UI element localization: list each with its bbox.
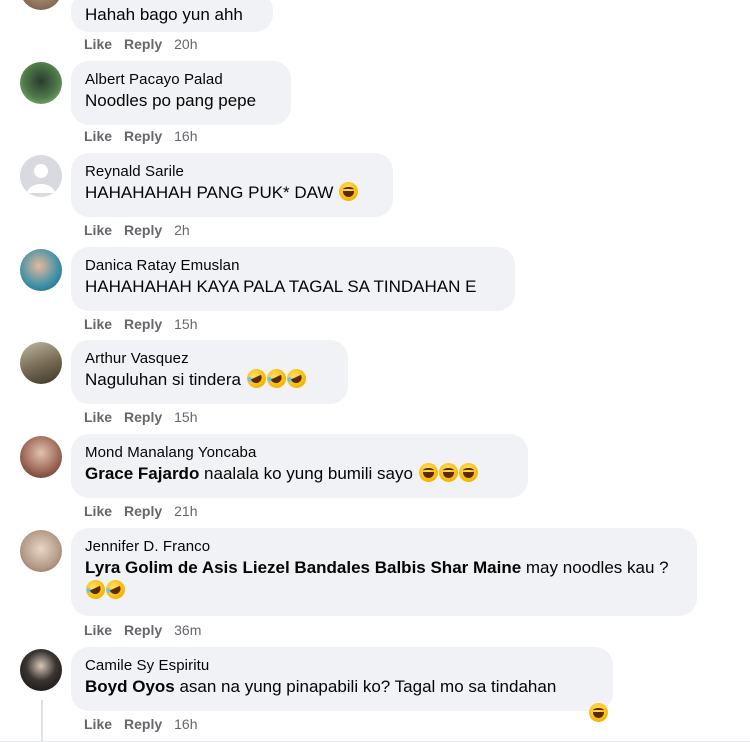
commenter-name[interactable]: Camile Sy Espiritu xyxy=(85,656,599,675)
avatar[interactable] xyxy=(20,62,62,104)
reply-button[interactable]: Reply xyxy=(124,503,162,519)
comment-timestamp[interactable]: 16h xyxy=(174,128,197,144)
avatar[interactable] xyxy=(20,249,62,291)
comment-bubble: Mond Manalang Yoncaba Grace Fajardo naal… xyxy=(71,434,528,498)
mention-link[interactable]: Grace Fajardo xyxy=(85,464,199,483)
rofl-emoji-icon xyxy=(283,365,309,392)
rofl-emoji-icon xyxy=(263,365,289,392)
comment-bubble: Arthur Vasquez Naguluhan si tindera xyxy=(71,340,348,404)
commenter-name[interactable]: Danica Ratay Emuslan xyxy=(85,256,501,275)
comment-actions: Like Reply 15h xyxy=(84,409,210,425)
reply-button[interactable]: Reply xyxy=(124,316,162,332)
comment-bubble: Albert Pacayo Palad Noodles po pang pepe xyxy=(71,61,291,125)
laughing-emoji-icon xyxy=(589,703,608,722)
like-button[interactable]: Like xyxy=(84,128,112,144)
reply-thread-line xyxy=(41,700,43,741)
comment-timestamp[interactable]: 36m xyxy=(174,622,201,638)
comment-timestamp[interactable]: 2h xyxy=(174,222,190,238)
comment-text: HAHAHAHAH PANG PUK* DAW xyxy=(85,181,379,204)
like-button[interactable]: Like xyxy=(84,716,112,732)
comment-actions: Like Reply 36m xyxy=(84,622,213,638)
avatar[interactable] xyxy=(20,436,62,478)
commenter-name[interactable]: Mond Manalang Yoncaba xyxy=(85,443,514,462)
comment-text: Lyra Golim de Asis Liezel Bandales Balbi… xyxy=(82,556,681,603)
reply-button[interactable]: Reply xyxy=(124,222,162,238)
like-button[interactable]: Like xyxy=(84,409,112,425)
comment-actions: Like Reply 21h xyxy=(84,503,210,519)
comment-text: Boyd Oyos asan na yung pinapabili ko? Ta… xyxy=(85,677,557,696)
like-button[interactable]: Like xyxy=(84,222,112,238)
comment-timestamp[interactable]: 21h xyxy=(174,503,197,519)
reply-button[interactable]: Reply xyxy=(124,128,162,144)
comment-bubble: Danica Ratay Emuslan HAHAHAHAH KAYA PALA… xyxy=(71,247,515,311)
comment-timestamp[interactable]: 15h xyxy=(174,316,197,332)
comments-thread: Hahah bago yun ahh Like Reply 20h Albert P… xyxy=(0,0,750,742)
avatar[interactable] xyxy=(20,649,62,691)
comment-timestamp[interactable]: 20h xyxy=(174,36,197,52)
comment-bubble: Camile Sy Espiritu Boyd Oyos asan na yun… xyxy=(71,647,613,711)
avatar-placeholder[interactable] xyxy=(20,155,62,197)
avatar[interactable] xyxy=(20,342,62,384)
comment-bubble: Reynald Sarile HAHAHAHAH PANG PUK* DAW xyxy=(71,153,393,217)
mention-link[interactable]: Boyd Oyos xyxy=(85,677,175,696)
reply-button[interactable]: Reply xyxy=(124,716,162,732)
comment-text: Naguluhan si tindera xyxy=(85,365,334,392)
laughing-emoji-icon xyxy=(458,463,478,482)
comment-bubble: Jennifer D. Franco Lyra Golim de Asis Li… xyxy=(71,528,697,616)
reply-button[interactable]: Reply xyxy=(124,36,162,52)
like-button[interactable]: Like xyxy=(84,316,112,332)
avatar[interactable] xyxy=(20,0,62,10)
comment-text: Hahah bago yun ahh xyxy=(85,5,243,24)
commenter-name[interactable]: Reynald Sarile xyxy=(85,162,379,181)
comment-bubble: Hahah bago yun ahh xyxy=(71,0,273,32)
comment-actions: Like Reply 16h xyxy=(84,716,210,732)
like-button[interactable]: Like xyxy=(84,36,112,52)
comment-actions: Like Reply 2h xyxy=(84,222,202,238)
rofl-emoji-icon xyxy=(102,576,129,603)
reply-button[interactable]: Reply xyxy=(124,622,162,638)
comment-text: Grace Fajardo naalala ko yung bumili say… xyxy=(85,462,514,485)
comment-text: HAHAHAHAH KAYA PALA TAGAL SA TINDAHAN E xyxy=(85,277,477,296)
rofl-emoji-icon xyxy=(82,576,109,603)
comment-timestamp[interactable]: 15h xyxy=(174,409,197,425)
comment-actions: Like Reply 15h xyxy=(84,316,210,332)
like-button[interactable]: Like xyxy=(84,622,112,638)
rofl-emoji-icon xyxy=(243,365,269,392)
like-button[interactable]: Like xyxy=(84,503,112,519)
laughing-emoji-icon xyxy=(438,463,458,482)
laughing-emoji-icon xyxy=(339,182,359,201)
commenter-name[interactable]: Albert Pacayo Palad xyxy=(85,70,277,89)
laughing-emoji-icon xyxy=(418,463,438,482)
comment-actions: Like Reply 16h xyxy=(84,128,210,144)
reply-button[interactable]: Reply xyxy=(124,409,162,425)
commenter-name[interactable]: Jennifer D. Franco xyxy=(85,537,683,556)
default-user-icon xyxy=(27,164,55,193)
commenter-name[interactable]: Arthur Vasquez xyxy=(85,349,334,368)
comment-text: Noodles po pang pepe xyxy=(85,91,257,110)
mention-link[interactable]: Lyra Golim de Asis Liezel Bandales Balbi… xyxy=(85,558,521,577)
comment-actions: Like Reply 20h xyxy=(84,36,210,52)
avatar[interactable] xyxy=(20,530,62,572)
comment-timestamp[interactable]: 16h xyxy=(174,716,197,732)
